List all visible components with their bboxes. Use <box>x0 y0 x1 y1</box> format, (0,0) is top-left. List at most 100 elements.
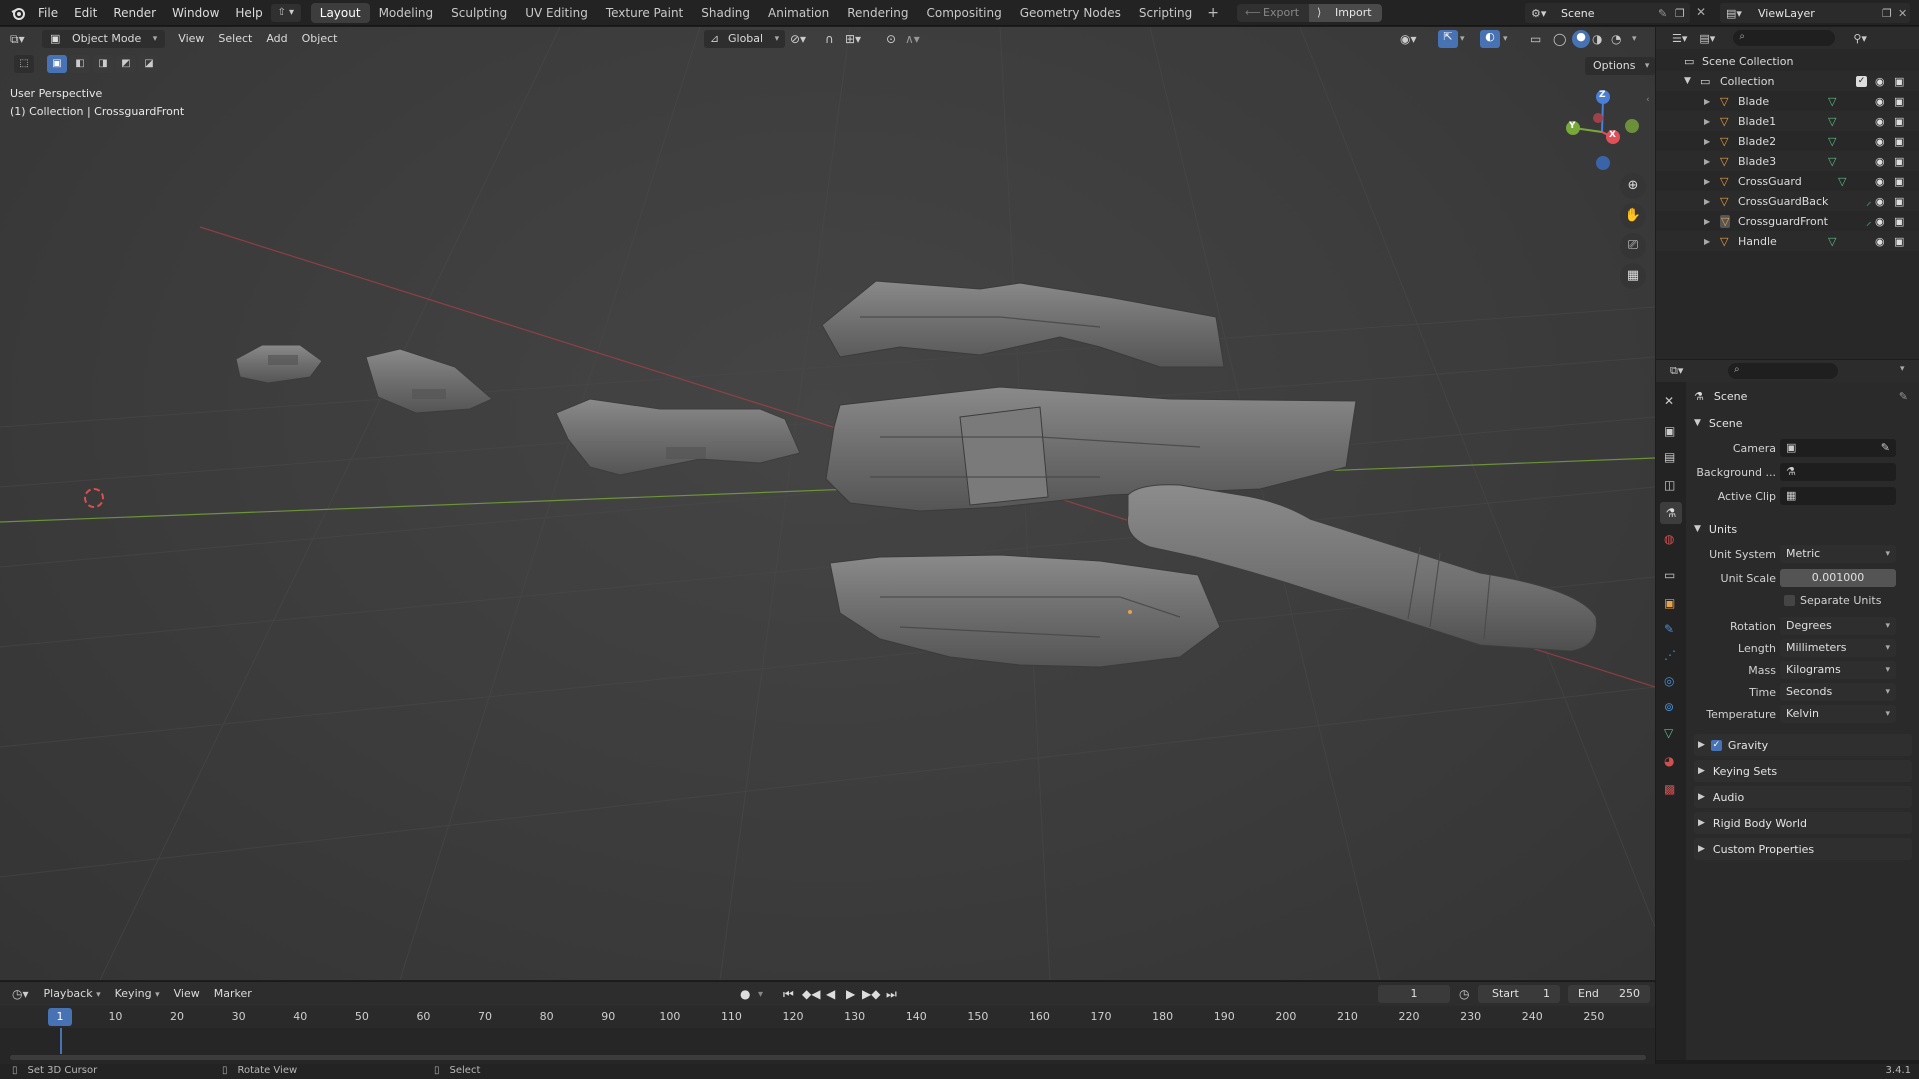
record-options-icon[interactable]: ▾ <box>758 989 763 1000</box>
custom-properties-panel-header[interactable]: ▶ Custom Properties <box>1694 838 1912 860</box>
expand-arrow-icon[interactable]: ▶ <box>1704 217 1710 226</box>
expand-arrow-icon[interactable]: ▶ <box>1704 97 1710 106</box>
menu-playback[interactable]: Playback ▾ <box>37 985 108 1003</box>
camera-render-icon[interactable]: ▣ <box>1894 95 1904 108</box>
outliner-row-object[interactable]: ▶ ▽ Blade2 ▽ ◉ ▣ <box>1656 131 1919 151</box>
length-dropdown[interactable]: Millimeters ▾ <box>1780 639 1896 657</box>
expand-arrow-icon[interactable]: ▶ <box>1704 197 1710 206</box>
timeline-scrollbar[interactable] <box>10 1055 1646 1060</box>
data-tab-icon[interactable]: ▽ <box>1664 726 1673 740</box>
mesh-data-icon[interactable]: ▽ <box>1828 155 1836 168</box>
active-clip-field[interactable]: ▦ <box>1780 487 1896 505</box>
temperature-dropdown[interactable]: Kelvin ▾ <box>1780 705 1896 723</box>
new-view-layer-icon[interactable]: ❐ <box>1882 7 1892 20</box>
expand-arrow-icon[interactable]: ▶ <box>1704 237 1710 246</box>
outliner-row-object[interactable]: ▶ ▽ CrossGuard ▽ ◉ ▣ <box>1656 171 1919 191</box>
solid-shading-icon[interactable]: ● <box>1572 30 1590 48</box>
camera-view-icon[interactable]: ⎚ <box>1620 233 1646 259</box>
zoom-icon[interactable]: ⊕ <box>1620 173 1646 199</box>
view-layer-tab-icon[interactable]: ◫ <box>1664 478 1675 492</box>
tab-texture-paint[interactable]: Texture Paint <box>597 3 692 23</box>
gizmo-toggle-icon[interactable]: ⇱ <box>1438 30 1458 48</box>
record-icon[interactable]: ● <box>740 987 750 1001</box>
collection-tab-icon[interactable]: ▭ <box>1664 568 1675 582</box>
camera-render-icon[interactable]: ▣ <box>1894 115 1904 128</box>
menu-help[interactable]: Help <box>227 3 270 23</box>
background-field[interactable]: ⚗ <box>1780 463 1896 481</box>
select-new-icon[interactable]: ▣ <box>47 55 67 73</box>
filter-icon[interactable]: ⚲▾ <box>1853 32 1867 45</box>
mesh-data-icon[interactable]: ▽ <box>1828 95 1836 108</box>
tab-geometry-nodes[interactable]: Geometry Nodes <box>1011 3 1130 23</box>
scene-tab-icon[interactable]: ⚗ <box>1660 502 1682 524</box>
transform-orientation-dropdown[interactable]: ⊿ Global ▾ <box>704 30 786 48</box>
timeline-editor-type-icon[interactable]: ◷▾ <box>12 987 29 1001</box>
outliner-row-collection[interactable]: ▼ ▭ Collection ✓ ◉ ▣ <box>1656 71 1919 91</box>
start-frame-field[interactable]: Start 1 <box>1478 985 1560 1003</box>
current-frame-field[interactable]: 1 <box>1378 985 1450 1003</box>
camera-render-icon[interactable]: ▣ <box>1894 135 1904 148</box>
eye-icon[interactable]: ◉ <box>1875 215 1885 228</box>
visibility-selectability-icon[interactable]: ◉▾ <box>1400 32 1417 46</box>
camera-render-icon[interactable]: ▣ <box>1894 215 1904 228</box>
world-tab-icon[interactable]: ◍ <box>1664 532 1674 546</box>
rigid-body-world-panel-header[interactable]: ▶ Rigid Body World <box>1694 812 1912 834</box>
constraints-tab-icon[interactable]: ⊚ <box>1664 700 1674 714</box>
jump-end-icon[interactable]: ⏭ <box>886 987 897 1002</box>
material-shading-icon[interactable]: ◑ <box>1592 32 1602 46</box>
select-subtract-icon[interactable]: ◨ <box>93 55 113 73</box>
jump-prev-keyframe-icon[interactable]: ◆◀ <box>802 987 820 1001</box>
gravity-panel-header[interactable]: ▶ ✓ Gravity <box>1694 734 1912 756</box>
camera-render-icon[interactable]: ▣ <box>1894 155 1904 168</box>
expand-arrow-icon[interactable]: ▶ <box>1704 117 1710 126</box>
unit-system-dropdown[interactable]: Metric ▾ <box>1780 545 1896 563</box>
outliner-row-object[interactable]: ▶ ▽ Blade ▽ ◉ ▣ <box>1656 91 1919 111</box>
mesh-data-icon[interactable]: ⸝ <box>1866 214 1872 229</box>
expand-arrow-icon[interactable]: ▶ <box>1704 177 1710 186</box>
menu-timeline-view[interactable]: View <box>167 985 207 1003</box>
view-layer-selector[interactable]: ▤▾ ViewLayer ❐ ✕ <box>1720 3 1910 23</box>
menu-render[interactable]: Render <box>105 3 164 23</box>
snap-target-icon[interactable]: ⊞▾ <box>845 32 861 46</box>
gravity-checkbox[interactable]: ✓ <box>1710 739 1722 751</box>
eye-icon[interactable]: ◉ <box>1875 155 1885 168</box>
timeline-body[interactable] <box>0 1028 1655 1064</box>
mesh-data-icon[interactable]: ▽ <box>1828 135 1836 148</box>
eyedropper-icon[interactable]: ✎ <box>1881 439 1890 457</box>
render-tab-icon[interactable]: ▣ <box>1664 424 1675 438</box>
tab-sculpting[interactable]: Sculpting <box>442 3 516 23</box>
outliner-row-object[interactable]: ▶ ▽ Handle ▽ ◉ ▣ <box>1656 231 1919 251</box>
properties-search-input[interactable]: ⌕ <box>1728 363 1838 379</box>
timeline-ruler[interactable]: 1 10 20 30 40 50 60 70 80 90 100 110 120 130 140 150 160… <box>0 1006 1655 1028</box>
expand-arrow-icon[interactable]: ▼ <box>1684 76 1691 86</box>
wireframe-shading-icon[interactable]: ◯ <box>1553 32 1566 46</box>
outliner-row-scene-collection[interactable]: ▭ Scene Collection <box>1656 51 1919 71</box>
physics-tab-icon[interactable]: ◎ <box>1664 674 1674 688</box>
play-reverse-icon[interactable]: ◀ <box>826 987 835 1001</box>
eye-icon[interactable]: ◉ <box>1875 75 1885 88</box>
tab-animation[interactable]: Animation <box>759 3 838 23</box>
preview-range-icon[interactable]: ◷ <box>1459 987 1469 1001</box>
tab-uv-editing[interactable]: UV Editing <box>516 3 597 23</box>
3d-viewport[interactable]: ⧉▾ ▣ Object Mode ▾ View Select Add Objec… <box>0 27 1655 980</box>
audio-panel-header[interactable]: ▶ Audio <box>1694 786 1912 808</box>
display-mode-icon[interactable]: ▤▾ <box>1699 32 1715 45</box>
mesh-data-icon[interactable]: ▽ <box>1828 115 1836 128</box>
expand-arrow-icon[interactable]: ▶ <box>1704 137 1710 146</box>
scene-selector[interactable]: ⚙▾ Scene ✎ ❐ <box>1525 3 1690 23</box>
eye-icon[interactable]: ◉ <box>1875 195 1885 208</box>
rendered-shading-icon[interactable]: ◔ <box>1611 32 1621 46</box>
eye-icon[interactable]: ◉ <box>1875 135 1885 148</box>
eye-icon[interactable]: ◉ <box>1875 95 1885 108</box>
mesh-data-icon[interactable]: ▽ <box>1838 175 1846 188</box>
chevron-down-icon[interactable]: ▾ <box>1900 364 1905 374</box>
gizmo-dropdown-icon[interactable]: ▾ <box>1460 34 1465 44</box>
menu-file[interactable]: File <box>30 3 66 23</box>
outliner-search-input[interactable]: ⌕ <box>1733 30 1836 46</box>
new-scene-icon[interactable]: ❐ <box>1675 7 1685 20</box>
checkbox-icon[interactable]: ✓ <box>1856 75 1867 87</box>
menu-view[interactable]: View <box>171 30 211 48</box>
camera-render-icon[interactable]: ▣ <box>1894 235 1904 248</box>
camera-field[interactable]: ▣ ✎ <box>1780 439 1896 457</box>
delete-scene-icon[interactable]: ✕ <box>1696 5 1706 19</box>
